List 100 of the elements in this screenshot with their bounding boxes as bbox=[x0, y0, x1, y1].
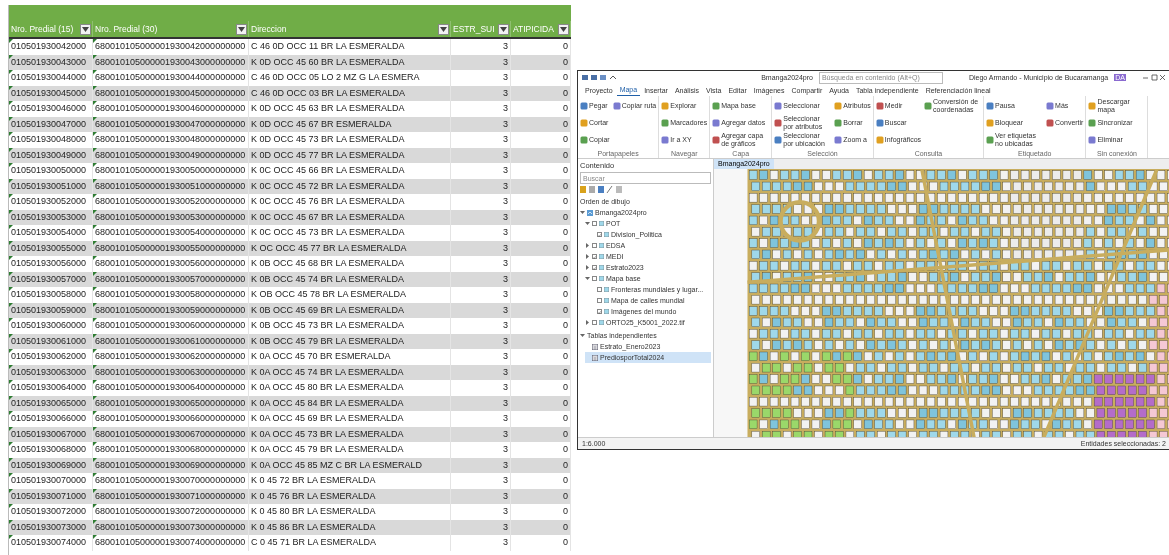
table-cell: K 0 45 72 BR LA ESMERALDA bbox=[249, 473, 451, 489]
expand-arrow-icon[interactable] bbox=[585, 265, 590, 270]
layer-swatch-icon bbox=[599, 265, 604, 270]
checkbox[interactable] bbox=[592, 320, 597, 325]
tool-icon bbox=[924, 101, 933, 110]
table-cell: K 0B OCC 45 68 BR LA ESMERALDA bbox=[249, 256, 451, 272]
table-cell: 680010105000001930042000000000 bbox=[93, 39, 249, 55]
layer-swatch-icon bbox=[604, 287, 609, 292]
filter-button[interactable] bbox=[438, 23, 449, 35]
table-cell: 3 bbox=[451, 504, 511, 520]
table-cell: 3 bbox=[451, 473, 511, 489]
table-cell: 680010105000001930070000000000 bbox=[93, 473, 249, 489]
layer-swatch-icon bbox=[599, 254, 604, 259]
layer-swatch-icon bbox=[604, 298, 609, 303]
expand-arrow-icon[interactable] bbox=[585, 254, 590, 259]
table-icon bbox=[592, 354, 598, 361]
table-cell: K 0A OCC 45 70 BR ESMERALDA bbox=[249, 349, 451, 365]
filter-button[interactable] bbox=[80, 23, 91, 35]
checkbox[interactable] bbox=[597, 298, 602, 303]
table-cell: 3 bbox=[451, 194, 511, 210]
table-cell: 3 bbox=[451, 39, 511, 55]
layer-swatch-icon bbox=[604, 309, 609, 314]
table-cell: 010501930068000 bbox=[9, 442, 93, 458]
table-cell: 010501930052000 bbox=[9, 194, 93, 210]
filter-button[interactable] bbox=[236, 23, 247, 35]
table-cell: 0 bbox=[511, 70, 571, 86]
table-cell: 0 bbox=[511, 287, 571, 303]
table-cell: K 0A OCC 45 80 BR LA ESMERALDA bbox=[249, 380, 451, 396]
table-cell: 3 bbox=[451, 225, 511, 241]
filter-button[interactable] bbox=[498, 23, 509, 35]
table-cell: 010501930070000 bbox=[9, 473, 93, 489]
map-icon bbox=[587, 209, 593, 216]
table-cell: 010501930062000 bbox=[9, 349, 93, 365]
table-cell: 0 bbox=[511, 225, 571, 241]
table-cell: 0 bbox=[511, 132, 571, 148]
column-header: Nro. Predial (30) bbox=[95, 24, 158, 34]
checkbox[interactable] bbox=[592, 254, 597, 259]
checkbox[interactable] bbox=[597, 232, 602, 237]
expand-arrow-icon[interactable] bbox=[585, 276, 590, 281]
table-cell: 3 bbox=[451, 349, 511, 365]
table-cell: 3 bbox=[451, 535, 511, 551]
expand-arrow-icon[interactable] bbox=[585, 243, 590, 248]
table-cell: 010501930056000 bbox=[9, 256, 93, 272]
window-controls bbox=[1142, 74, 1166, 81]
table-cell: K 0A OCC 45 69 BR LA ESMERALDA bbox=[249, 411, 451, 427]
table-cell: 0 bbox=[511, 442, 571, 458]
layer-swatch-icon bbox=[599, 243, 604, 248]
table-cell: K 0C OCC 45 66 BR LA ESMERALDA bbox=[249, 163, 451, 179]
table-cell: 0 bbox=[511, 349, 571, 365]
table-cell: 010501930058000 bbox=[9, 287, 93, 303]
expand-arrow-icon[interactable] bbox=[580, 333, 585, 338]
checkbox[interactable] bbox=[592, 221, 597, 226]
table-icon bbox=[592, 343, 598, 350]
expand-arrow-icon[interactable] bbox=[585, 221, 590, 226]
filter-button[interactable] bbox=[558, 23, 569, 35]
column-header: ATIPICIDA bbox=[513, 24, 554, 34]
table-cell: 010501930066000 bbox=[9, 411, 93, 427]
checkbox[interactable] bbox=[592, 265, 597, 270]
table-cell: 680010105000001930058000000000 bbox=[93, 287, 249, 303]
checkbox[interactable] bbox=[597, 287, 602, 292]
table-cell: 680010105000001930054000000000 bbox=[93, 225, 249, 241]
checkbox[interactable] bbox=[597, 309, 602, 314]
table-cell: C 46 0D OCC 11 BR LA ESMERALDA bbox=[249, 39, 451, 55]
table-cell: 0 bbox=[511, 473, 571, 489]
table-cell: K 0B OCC 45 73 BR LA ESMERALDA bbox=[249, 318, 451, 334]
table-cell: 0 bbox=[511, 256, 571, 272]
table-cell: 3 bbox=[451, 256, 511, 272]
layer-swatch-icon bbox=[604, 232, 609, 237]
column-header: Nro. Predial (15) bbox=[11, 24, 74, 34]
table-cell: 680010105000001930062000000000 bbox=[93, 349, 249, 365]
checkbox[interactable] bbox=[592, 243, 597, 248]
table-cell: C 46 0D OCC 05 LO 2 MZ G LA ESMERA bbox=[249, 70, 451, 86]
table-cell: C 0 45 71 BR LA ESMERALDA bbox=[249, 535, 451, 551]
expand-arrow-icon[interactable] bbox=[585, 320, 590, 325]
tool-icon bbox=[612, 101, 621, 110]
table-cell: 0 bbox=[511, 194, 571, 210]
table-cell: 3 bbox=[451, 101, 511, 117]
table-cell: 010501930042000 bbox=[9, 39, 93, 55]
table-cell: 3 bbox=[451, 442, 511, 458]
checkbox[interactable] bbox=[592, 276, 597, 281]
table-cell: K 0A OCC 45 79 BR LA ESMERALDA bbox=[249, 442, 451, 458]
table-cell: 0 bbox=[511, 504, 571, 520]
expand-arrow-icon[interactable] bbox=[580, 210, 585, 215]
table-cell: 680010105000001930068000000000 bbox=[93, 442, 249, 458]
table-cell: 680010105000001930050000000000 bbox=[93, 163, 249, 179]
table-cell: 0 bbox=[511, 163, 571, 179]
layer-swatch-icon bbox=[599, 276, 604, 281]
table-cell: 0 bbox=[511, 101, 571, 117]
table-cell: 680010105000001930060000000000 bbox=[93, 318, 249, 334]
table-cell: 010501930064000 bbox=[9, 380, 93, 396]
table-cell: 680010105000001930066000000000 bbox=[93, 411, 249, 427]
table-cell: 680010105000001930072000000000 bbox=[93, 504, 249, 520]
table-cell: 680010105000001930052000000000 bbox=[93, 194, 249, 210]
table-cell: 680010105000001930048000000000 bbox=[93, 132, 249, 148]
layer-swatch-icon bbox=[599, 320, 604, 325]
table-cell: 3 bbox=[451, 70, 511, 86]
table-cell: 010501930072000 bbox=[9, 504, 93, 520]
table-cell: 0 bbox=[511, 318, 571, 334]
table-cell: 0 bbox=[511, 39, 571, 55]
table-cell: 010501930046000 bbox=[9, 101, 93, 117]
